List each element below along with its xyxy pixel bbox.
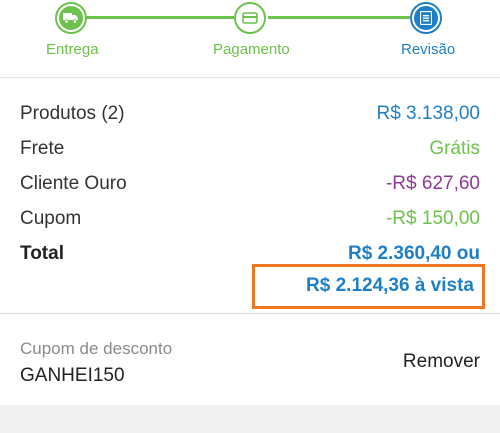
truck-icon	[59, 6, 83, 30]
summary-value: -R$ 150,00	[385, 208, 480, 229]
summary-label: Produtos (2)	[20, 103, 125, 124]
step-revisao[interactable]	[410, 2, 442, 34]
step-entrega[interactable]	[55, 2, 87, 34]
step-pagamento[interactable]	[234, 2, 266, 34]
summary-label: Cupom	[20, 208, 82, 229]
summary-row-frete: Frete Grátis	[20, 138, 480, 166]
order-summary: Produtos (2) R$ 3.138,00 Frete Grátis Cl…	[0, 79, 500, 314]
step-label-revisao: Revisão	[401, 41, 456, 58]
footer-band	[0, 405, 500, 433]
step-connector	[86, 16, 234, 19]
summary-value: -R$ 627,60	[385, 173, 480, 194]
step-label-pagamento: Pagamento	[213, 41, 290, 58]
total-value: R$ 2.360,40 ou	[347, 243, 480, 264]
coupon-label: Cupom de desconto	[20, 339, 173, 358]
card-icon	[238, 6, 262, 30]
summary-row-cupom: Cupom -R$ 150,00	[20, 208, 480, 236]
summary-value: R$ 3.138,00	[376, 103, 480, 124]
summary-label: Cliente Ouro	[20, 173, 127, 194]
step-label-entrega: Entrega	[46, 41, 99, 58]
summary-value: Grátis	[429, 138, 480, 159]
coupon-section: Cupom de desconto GANHEI150 Remover	[0, 315, 500, 405]
coupon-code: GANHEI150	[20, 365, 125, 386]
total-label: Total	[20, 243, 64, 264]
summary-row-cliente-ouro: Cliente Ouro -R$ 627,60	[20, 173, 480, 201]
list-icon	[414, 6, 438, 30]
cash-price-highlight: R$ 2.124,36 à vista	[252, 264, 485, 309]
summary-row-produtos: Produtos (2) R$ 3.138,00	[20, 103, 480, 131]
cash-price: R$ 2.124,36 à vista	[306, 275, 474, 296]
step-connector	[268, 16, 410, 19]
summary-label: Frete	[20, 138, 65, 159]
checkout-stepper: Entrega Pagamento Revisão	[0, 0, 500, 78]
remove-coupon-button[interactable]: Remover	[403, 351, 480, 373]
